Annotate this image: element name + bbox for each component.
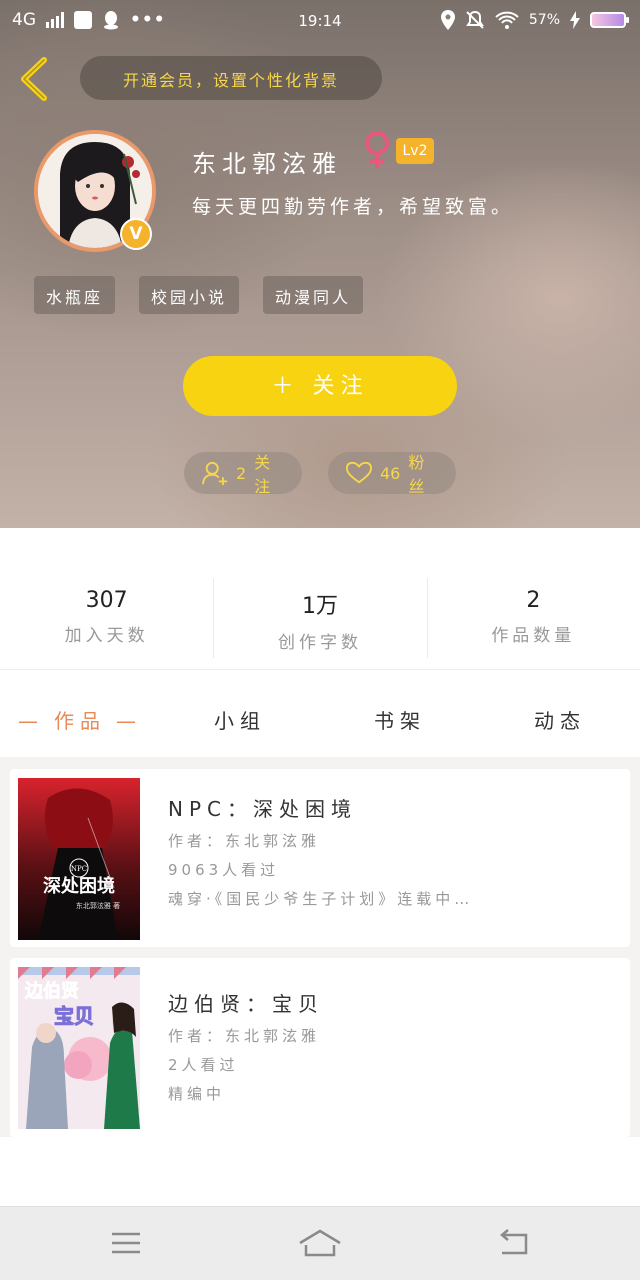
tab-groups[interactable]: 小组 (160, 671, 320, 757)
stat-label: 加入天数 (64, 626, 149, 646)
following-count: 2 (236, 463, 247, 483)
follow-button[interactable]: ＋ 关注 (183, 356, 457, 416)
stat-days-joined: 307 加入天数 (0, 528, 213, 669)
stat-works-count: 2 作品数量 (426, 528, 640, 669)
stat-value: 307 (85, 588, 128, 613)
location-icon (440, 10, 455, 30)
tab-works[interactable]: 作品 (0, 671, 160, 757)
stat-value: 1万 (301, 594, 338, 619)
system-nav-bar (0, 1206, 640, 1280)
mute-bell-icon (466, 10, 484, 29)
book-views: 9063人看过 (168, 861, 280, 879)
vip-badge-icon: V (120, 218, 152, 250)
book-title: NPC：深处困境 (168, 797, 357, 821)
return-icon (500, 1229, 528, 1255)
battery-percent: 57% (528, 12, 560, 28)
stat-value: 2 (526, 588, 541, 613)
username: 东北郭泫雅 (192, 150, 342, 178)
back-button[interactable] (16, 56, 52, 102)
level-badge: Lv2 (396, 138, 434, 164)
tag-anime-fanfic[interactable]: 动漫同人 (263, 276, 364, 314)
stat-words-written: 1万 创作字数 (213, 528, 426, 669)
book-views: 2人看过 (168, 1056, 239, 1074)
tag-zodiac[interactable]: 水瓶座 (34, 276, 116, 314)
profile-tabs: 作品 小组 书架 动态 (0, 671, 640, 757)
following-count-button[interactable]: 2 关注 (184, 452, 302, 496)
list-item[interactable]: 边伯贤 宝贝 边伯贤：宝贝 作者：东北郭泫雅 2人看过 精编中 (10, 958, 630, 1137)
tab-bookshelf[interactable]: 书架 (320, 671, 480, 757)
wifi-icon (495, 11, 519, 29)
user-bio: 每天更四勤劳作者，希望致富。 (192, 196, 515, 218)
menu-button[interactable] (106, 1225, 146, 1261)
vip-background-banner[interactable]: 开通会员，设置个性化背景 (80, 56, 382, 100)
heart-icon (346, 461, 372, 484)
female-icon (365, 131, 389, 168)
back-nav-button[interactable] (494, 1225, 534, 1261)
charging-icon (570, 11, 580, 29)
cover-badge: NPC (71, 865, 87, 873)
cover-subtitle: 宝贝 (54, 1004, 94, 1028)
stat-label: 创作字数 (277, 633, 362, 653)
home-button[interactable] (296, 1225, 344, 1261)
home-icon (299, 1229, 341, 1257)
works-list: NPC 深处困境 东北郭泫雅 著 NPC：深处困境 作者：东北郭泫雅 9063人… (0, 757, 640, 1137)
fans-count-button[interactable]: 46 粉丝 (328, 452, 456, 496)
status-bar: 4G ••• 19:14 57% (0, 0, 640, 44)
following-label: 关注 (254, 453, 271, 496)
fans-label: 粉丝 (408, 453, 425, 496)
book-cover: NPC 深处困境 东北郭泫雅 著 (18, 778, 140, 940)
tab-works-label: 作品 (8, 709, 152, 733)
chevron-left-icon (21, 57, 47, 101)
stats-row: 307 加入天数 1万 创作字数 2 作品数量 (0, 528, 640, 670)
cover-author: 东北郭泫雅 著 (76, 901, 120, 910)
cover-title: 边伯贤 (24, 980, 79, 1002)
cover-title: 深处困境 (43, 875, 115, 897)
battery-icon (590, 12, 629, 28)
book-cover: 边伯贤 宝贝 (18, 967, 140, 1129)
tag-campus-novel[interactable]: 校园小说 (139, 276, 240, 314)
book-status: 精编中 (168, 1085, 226, 1103)
user-tags: 水瓶座 校园小说 动漫同人 (34, 276, 364, 314)
menu-icon (112, 1232, 140, 1254)
list-item[interactable]: NPC 深处困境 东北郭泫雅 著 NPC：深处困境 作者：东北郭泫雅 9063人… (10, 769, 630, 947)
stat-label: 作品数量 (491, 626, 576, 646)
book-author: 作者：东北郭泫雅 (168, 1027, 321, 1045)
add-user-icon (202, 461, 228, 486)
book-title: 边伯贤：宝贝 (168, 992, 324, 1016)
book-author: 作者：东北郭泫雅 (168, 832, 321, 850)
fans-count: 46 (379, 463, 401, 483)
tab-activity[interactable]: 动态 (480, 671, 640, 757)
book-status: 魂穿·《国民少爷生子计划》连载中… (168, 890, 474, 908)
